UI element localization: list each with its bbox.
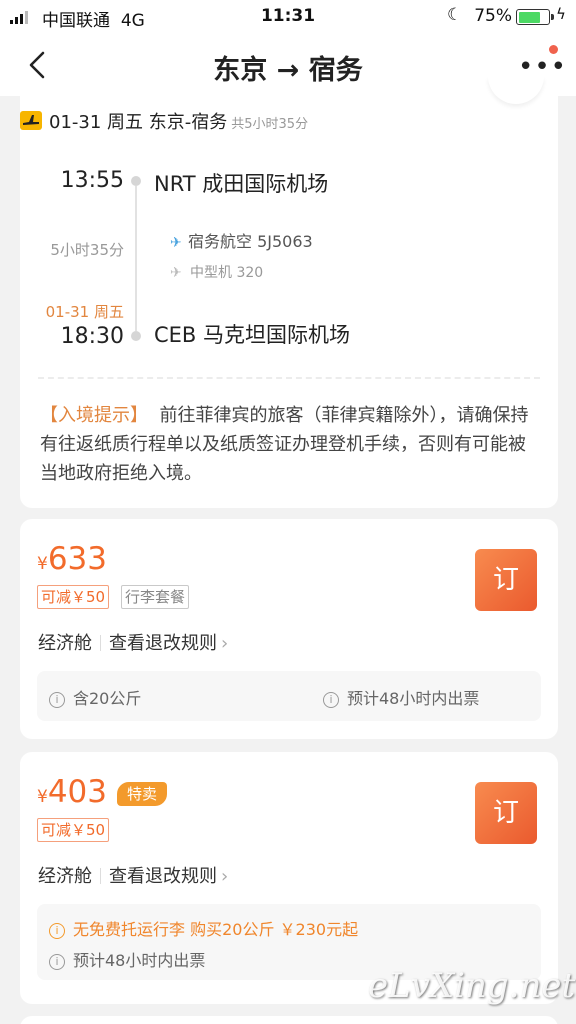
info-icon: i bbox=[49, 923, 65, 939]
flight-info-card: 01-31 周五 东京-宿务 共5小时35分 13:55 NRT 成田国际机场 5… bbox=[20, 76, 558, 508]
entry-notice: 【入境提示】 前往菲律宾的旅客（菲律宾籍除外），请确保持有往返纸质行程单以及纸质… bbox=[40, 405, 529, 484]
charging-icon: ϟ bbox=[556, 5, 566, 23]
do-not-disturb-icon: ☾ bbox=[447, 5, 463, 25]
departure-time: 13:55 bbox=[60, 168, 124, 193]
entry-notice-tag: 【入境提示】 bbox=[40, 405, 148, 426]
fare-price: ¥633 bbox=[37, 541, 107, 577]
more-icon: ••• bbox=[518, 52, 568, 82]
arrival-dot bbox=[131, 331, 141, 341]
battery-icon bbox=[516, 9, 554, 25]
airline-info: ✈ 宿务航空 5J5063 bbox=[170, 232, 313, 251]
watermark: eLvXing.net bbox=[368, 966, 576, 1006]
cabin-class: 经济舱 bbox=[38, 866, 92, 887]
airline-logo-icon: ✈ bbox=[170, 235, 182, 251]
baggage-notice: i 无免费托运行李 购买20公斤 ￥230元起 bbox=[49, 916, 358, 940]
chevron-right-icon: › bbox=[221, 866, 229, 887]
discount-tag: 可减￥50 bbox=[37, 818, 110, 842]
cabin-class: 经济舱 bbox=[38, 633, 92, 654]
notification-dot bbox=[549, 45, 558, 54]
baggage-info: i 含20公斤 bbox=[49, 685, 141, 709]
info-icon: i bbox=[323, 692, 339, 708]
next-fare-card bbox=[20, 1016, 558, 1024]
fare-info-box: i 含20公斤 i 预计48小时内出票 bbox=[37, 671, 541, 721]
departure-airport: NRT 成田国际机场 bbox=[154, 172, 329, 196]
ticketing-info: i 预计48小时内出票 bbox=[323, 685, 479, 709]
fare-price: ¥403 bbox=[37, 774, 107, 810]
flight-duration: 5小时35分 bbox=[50, 241, 124, 259]
card-toggle[interactable] bbox=[488, 76, 544, 104]
chevron-right-icon: › bbox=[221, 633, 229, 654]
status-bar: 中国联通 4G 11:31 ☾ 75% ϟ bbox=[0, 0, 576, 34]
divider bbox=[38, 377, 540, 379]
info-icon: i bbox=[49, 692, 65, 708]
arrival-time: 18:30 bbox=[60, 324, 124, 349]
total-duration: 共5小时35分 bbox=[231, 117, 309, 132]
refund-rules-link[interactable]: 查看退改规则 bbox=[109, 866, 217, 887]
aircraft-icon: ✈ bbox=[170, 265, 182, 281]
sale-badge: 特卖 bbox=[117, 782, 168, 806]
baggage-package-tag: 行李套餐 bbox=[121, 585, 190, 609]
info-icon: i bbox=[49, 954, 65, 970]
book-button[interactable]: 订 bbox=[475, 782, 537, 844]
cabin-row: 经济舱 查看退改规则 › bbox=[38, 629, 228, 655]
refund-rules-link[interactable]: 查看退改规则 bbox=[109, 633, 217, 654]
book-button[interactable]: 订 bbox=[475, 549, 537, 611]
aircraft-info: ✈ 中型机 320 bbox=[170, 265, 264, 281]
battery-percent: 75% bbox=[474, 6, 512, 26]
fare-card: ¥633 可减￥50 行李套餐 经济舱 查看退改规则 › 订 i 含20公斤 i 预计4… bbox=[20, 519, 558, 739]
timeline-line bbox=[135, 186, 137, 331]
route-header: 01-31 周五 东京-宿务 共5小时35分 bbox=[49, 112, 309, 133]
ticketing-info: i 预计48小时内出票 bbox=[49, 947, 205, 971]
departure-dot bbox=[131, 176, 141, 186]
discount-tag: 可减￥50 bbox=[37, 585, 110, 609]
arrival-airport: CEB 马克坦国际机场 bbox=[154, 323, 351, 347]
plane-icon bbox=[20, 111, 42, 130]
cabin-row: 经济舱 查看退改规则 › bbox=[38, 862, 228, 888]
arrival-date: 01-31 周五 bbox=[45, 303, 124, 321]
